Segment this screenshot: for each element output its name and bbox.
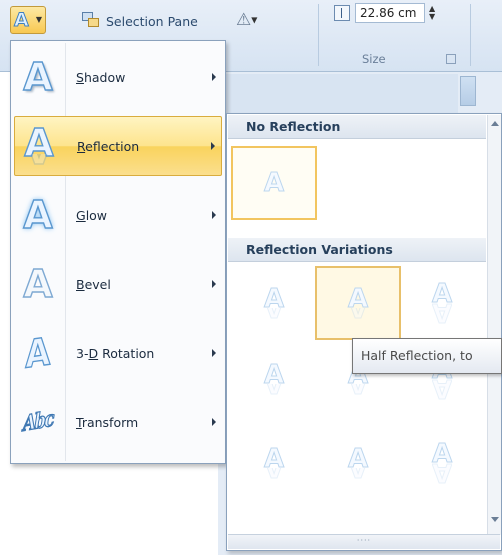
reflection-variation-half[interactable]: AA [315,426,401,500]
glow-effect-icon: A [23,193,54,237]
menu-item-3d-rotation[interactable]: A 3-D Rotation [14,323,222,383]
tooltip: Half Reflection, to [352,338,502,374]
reflection-gallery: No Reflection A Reflection Variations AA… [226,113,502,551]
reflection-variation-tight[interactable]: AA [231,266,317,340]
shape-height-control[interactable]: 22.86 cm ▲ ▼ [334,2,458,24]
reflection-variation-tight[interactable]: AA [231,342,317,416]
menu-item-reflection[interactable]: AA Reflection [14,116,222,176]
gallery-resize-grip[interactable]: ···· [228,534,500,549]
shadow-effect-icon: A [23,55,54,99]
background-panel [226,74,458,114]
bevel-effect-icon: A [23,262,54,306]
no-reflection-header: No Reflection [228,115,486,139]
submenu-arrow-icon [212,211,216,219]
chevron-down-icon: ▼ [251,15,258,25]
group-divider [318,4,319,66]
submenu-arrow-icon [212,73,216,81]
group-divider [470,4,471,66]
no-reflection-option[interactable]: A [231,146,317,220]
selection-pane-icon [82,12,102,30]
height-icon [334,5,350,21]
menu-item-glow[interactable]: A Glow [14,185,222,245]
submenu-arrow-icon [211,142,215,150]
submenu-arrow-icon [212,280,216,288]
reflection-effect-icon: AA [24,121,55,168]
size-group-label: Size [362,52,386,66]
dialog-launcher-icon[interactable] [446,54,456,64]
chevron-down-icon: ▼ [35,15,42,24]
rotate-button[interactable]: ⚠▼ [236,10,257,30]
reflection-variation-half[interactable]: AA [315,266,401,340]
menu-item-bevel[interactable]: A Bevel [14,254,222,314]
3d-rotation-effect-icon: A [25,329,51,378]
reflection-variations-header: Reflection Variations [228,238,486,262]
submenu-arrow-icon [212,418,216,426]
reflection-variation-tight[interactable]: AA [231,426,317,500]
selection-pane-label: Selection Pane [106,13,198,29]
selection-pane-button[interactable]: Selection Pane [82,10,198,32]
scroll-up-icon[interactable] [491,121,499,126]
text-effects-icon: A [14,9,30,32]
reflection-variation-full[interactable]: AA [399,266,485,340]
rotate-icon: ⚠ [236,10,252,30]
menu-item-transform[interactable]: Abc Transform [14,392,222,452]
shape-height-input[interactable]: 22.86 cm [355,3,425,23]
transform-effect-icon: Abc [23,406,54,438]
gallery-scrollbar[interactable] [487,115,501,535]
reflection-variation-full[interactable]: AA [399,426,485,500]
background-scrollbar[interactable] [460,76,476,106]
text-effects-button[interactable]: A ▼ [10,6,46,34]
scroll-down-icon[interactable] [491,517,499,522]
text-effects-menu: A Shadow AA Reflection A Glow A Bevel A … [10,40,226,464]
height-spinner[interactable]: ▲ ▼ [429,5,435,21]
menu-item-shadow[interactable]: A Shadow [14,47,222,107]
submenu-arrow-icon [212,349,216,357]
